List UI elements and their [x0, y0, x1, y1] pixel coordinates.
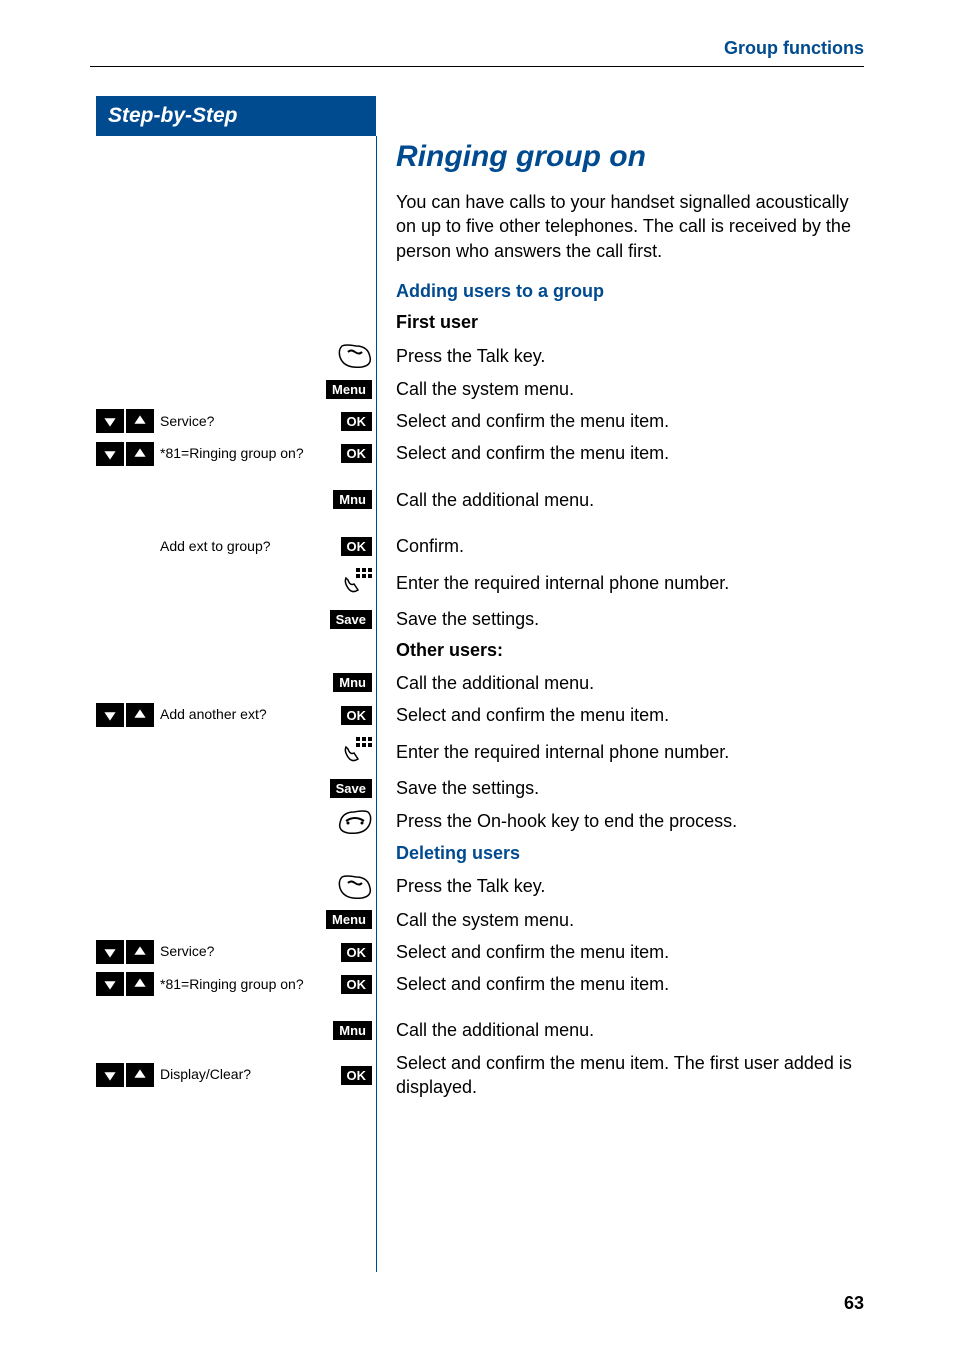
down-arrow-icon [96, 703, 124, 727]
step-row: Add another ext? OK Select and confirm t… [96, 703, 864, 727]
display-text: Service? [154, 944, 341, 959]
display-text: Service? [154, 414, 341, 429]
step-row: Save Save the settings. [96, 607, 864, 631]
talk-key-icon [338, 343, 372, 369]
step-text: Select and confirm the menu item. The fi… [376, 1051, 864, 1100]
header-section: Group functions [724, 38, 864, 59]
save-badge: Save [330, 779, 372, 798]
display-text: Add ext to group? [154, 539, 341, 554]
save-badge: Save [330, 610, 372, 629]
nav-arrows [96, 703, 154, 727]
ok-badge: OK [341, 975, 373, 994]
step-row: Press the On-hook key to end the process… [96, 809, 864, 835]
step-row: Save Save the settings. [96, 776, 864, 800]
step-row: Add ext to group? OK Confirm. [96, 534, 864, 558]
ok-badge: OK [341, 537, 373, 556]
step-text: Save the settings. [376, 776, 864, 800]
mnu-badge: Mnu [333, 1021, 372, 1040]
up-arrow-icon [126, 409, 154, 433]
up-arrow-icon [126, 1063, 154, 1087]
onhook-key-icon [338, 809, 372, 835]
step-text: Call the system menu. [376, 908, 864, 932]
step-text: Confirm. [376, 534, 864, 558]
step-row: Press the Talk key. [96, 874, 864, 900]
label-firstuser: First user [96, 312, 864, 333]
header-rule [90, 66, 864, 67]
down-arrow-icon [96, 972, 124, 996]
subhead-deleting: Deleting users [96, 843, 864, 864]
step-text: Call the system menu. [376, 377, 864, 401]
step-row: *81=Ringing group on? OK Select and conf… [96, 441, 864, 465]
nav-arrows [96, 409, 154, 433]
page-title: Ringing group on [396, 140, 646, 174]
step-row: Mnu Call the additional menu. [96, 488, 864, 512]
ok-badge: OK [341, 706, 373, 725]
step-text: Select and confirm the menu item. [376, 409, 864, 433]
ok-badge: OK [341, 444, 373, 463]
step-text: Enter the required internal phone number… [376, 740, 864, 764]
label-otherusers: Other users: [96, 640, 864, 661]
keypad-icon [344, 566, 372, 599]
step-row: Display/Clear? OK Select and confirm the… [96, 1051, 864, 1100]
step-row: Press the Talk key. [96, 343, 864, 369]
display-text: *81=Ringing group on? [154, 446, 341, 461]
ok-badge: OK [341, 943, 373, 962]
step-row: Service? OK Select and confirm the menu … [96, 940, 864, 964]
down-arrow-icon [96, 1063, 124, 1087]
step-row: Enter the required internal phone number… [96, 735, 864, 768]
up-arrow-icon [126, 703, 154, 727]
intro-text: You can have calls to your handset signa… [96, 190, 864, 263]
nav-arrows [96, 1063, 154, 1087]
mnu-badge: Mnu [333, 490, 372, 509]
display-text: *81=Ringing group on? [154, 977, 341, 992]
menu-badge: Menu [326, 380, 372, 399]
down-arrow-icon [96, 442, 124, 466]
step-text: Select and confirm the menu item. [376, 441, 864, 465]
nav-arrows [96, 442, 154, 466]
step-text: Select and confirm the menu item. [376, 972, 864, 996]
step-row: *81=Ringing group on? OK Select and conf… [96, 972, 864, 996]
mnu-badge: Mnu [333, 673, 372, 692]
menu-badge: Menu [326, 910, 372, 929]
display-text: Add another ext? [154, 707, 341, 722]
step-row: Mnu Call the additional menu. [96, 1018, 864, 1042]
down-arrow-icon [96, 940, 124, 964]
step-text: Select and confirm the menu item. [376, 940, 864, 964]
step-text: Save the settings. [376, 607, 864, 631]
nav-arrows [96, 972, 154, 996]
display-text: Display/Clear? [154, 1067, 341, 1082]
step-row: Menu Call the system menu. [96, 908, 864, 932]
subhead-adding: Adding users to a group [96, 281, 864, 302]
nav-arrows [96, 940, 154, 964]
sidebar-title: Step-by-Step [96, 96, 376, 136]
step-row: Menu Call the system menu. [96, 377, 864, 401]
up-arrow-icon [126, 940, 154, 964]
step-text: Enter the required internal phone number… [376, 571, 864, 595]
step-text: Press the Talk key. [376, 344, 864, 368]
step-row: Mnu Call the additional menu. [96, 671, 864, 695]
keypad-icon [344, 735, 372, 768]
step-row: Enter the required internal phone number… [96, 566, 864, 599]
step-text: Select and confirm the menu item. [376, 703, 864, 727]
page-number: 63 [844, 1293, 864, 1314]
down-arrow-icon [96, 409, 124, 433]
talk-key-icon [338, 874, 372, 900]
step-text: Press the On-hook key to end the process… [376, 809, 864, 833]
step-row: Service? OK Select and confirm the menu … [96, 409, 864, 433]
step-text: Call the additional menu. [376, 488, 864, 512]
step-text: Call the additional menu. [376, 671, 864, 695]
ok-badge: OK [341, 412, 373, 431]
step-text: Call the additional menu. [376, 1018, 864, 1042]
step-text: Press the Talk key. [376, 874, 864, 898]
main-content: You can have calls to your handset signa… [96, 190, 864, 1107]
up-arrow-icon [126, 442, 154, 466]
up-arrow-icon [126, 972, 154, 996]
ok-badge: OK [341, 1066, 373, 1085]
